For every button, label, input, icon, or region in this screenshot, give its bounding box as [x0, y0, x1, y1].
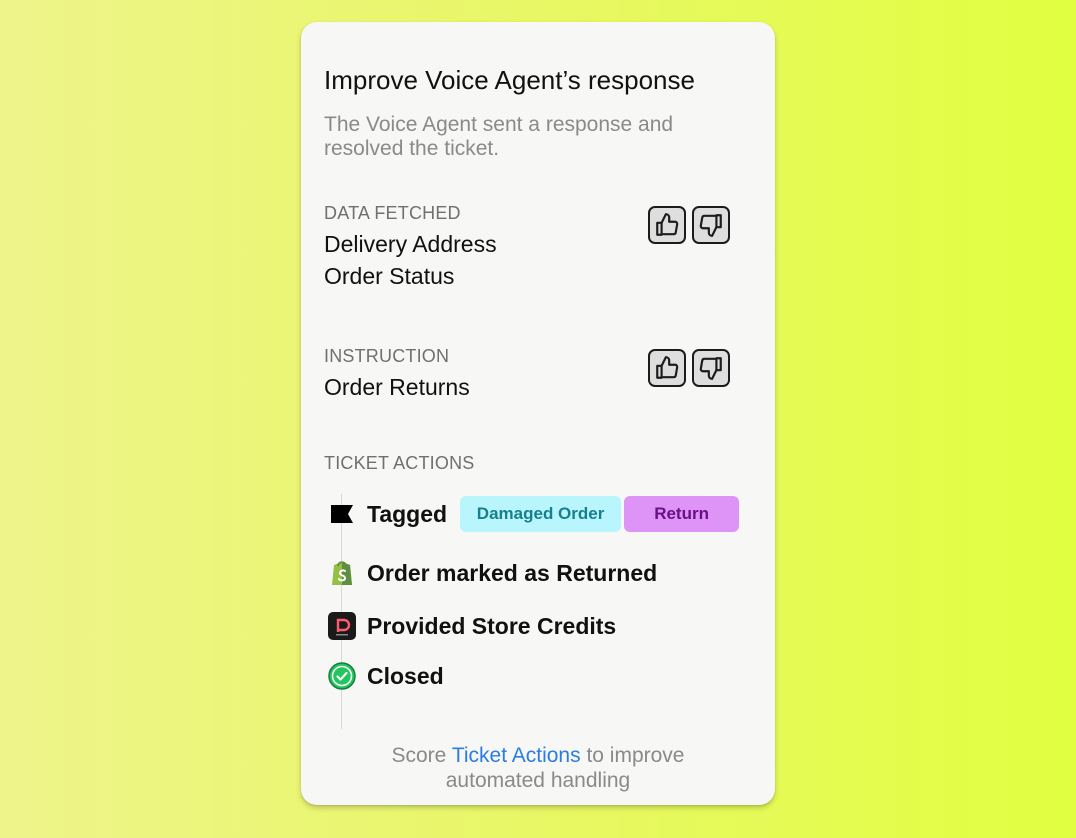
action-row-closed: Closed: [328, 662, 444, 690]
data-fetched-item: Order Status: [324, 263, 455, 289]
footer-line-1: Score Ticket Actions to improve: [301, 743, 775, 768]
thumbs-up-button[interactable]: [648, 206, 686, 244]
subtitle-line-1: The Voice Agent sent a response and: [324, 113, 674, 136]
thumbs-down-icon: [699, 357, 722, 380]
card-title: Improve Voice Agent’s response: [324, 65, 695, 95]
action-row-tagged: Tagged Damaged Order Return: [328, 496, 740, 532]
subtitle-line-2: resolved the ticket.: [324, 137, 500, 160]
footer-prefix: Score: [391, 744, 452, 767]
data-fetched-item: Delivery Address: [324, 231, 497, 257]
instruction-list: Order Returns: [324, 371, 470, 403]
thumbs-down-button[interactable]: [692, 349, 730, 387]
data-fetched-list: Delivery Address Order Status: [324, 228, 497, 292]
footer-line-2: automated handling: [445, 769, 631, 792]
action-text: Closed: [367, 662, 444, 689]
feedback-card: Improve Voice Agent’s response The Voice…: [301, 22, 775, 805]
data-fetched-label: DATA FETCHED: [324, 203, 461, 223]
action-text: Tagged: [367, 500, 448, 527]
thumbs-down-button[interactable]: [692, 206, 730, 244]
check-circle-icon: [328, 662, 356, 690]
thumbs-up-icon: [656, 213, 679, 236]
action-row-store-credits: Provided Store Credits: [328, 612, 616, 640]
footer-suffix: to improve: [580, 744, 685, 767]
thumbs-down-icon: [699, 214, 722, 237]
footer-note: Score Ticket Actions to improve automate…: [301, 743, 775, 793]
action-row-returned: Order marked as Returned: [328, 559, 657, 587]
ticket-actions-label: TICKET ACTIONS: [324, 453, 475, 473]
thumbs-up-icon: [656, 356, 679, 379]
instruction-label: INSTRUCTION: [324, 346, 450, 366]
data-fetched-rating: [648, 206, 730, 244]
ticket-actions-link[interactable]: Ticket Actions: [452, 744, 581, 767]
flag-icon: [328, 500, 356, 528]
shopify-icon: [328, 559, 356, 587]
store-credit-app-icon: [328, 612, 356, 640]
action-text: Provided Store Credits: [367, 612, 617, 639]
card-subtitle: The Voice Agent sent a response and reso…: [324, 113, 744, 161]
instruction-rating: [648, 349, 730, 387]
thumbs-up-button[interactable]: [648, 349, 686, 387]
tag-damaged-order[interactable]: Damaged Order: [460, 496, 622, 532]
action-text: Order marked as Returned: [367, 559, 658, 586]
tag-return[interactable]: Return: [624, 496, 740, 532]
instruction-item: Order Returns: [324, 374, 470, 400]
